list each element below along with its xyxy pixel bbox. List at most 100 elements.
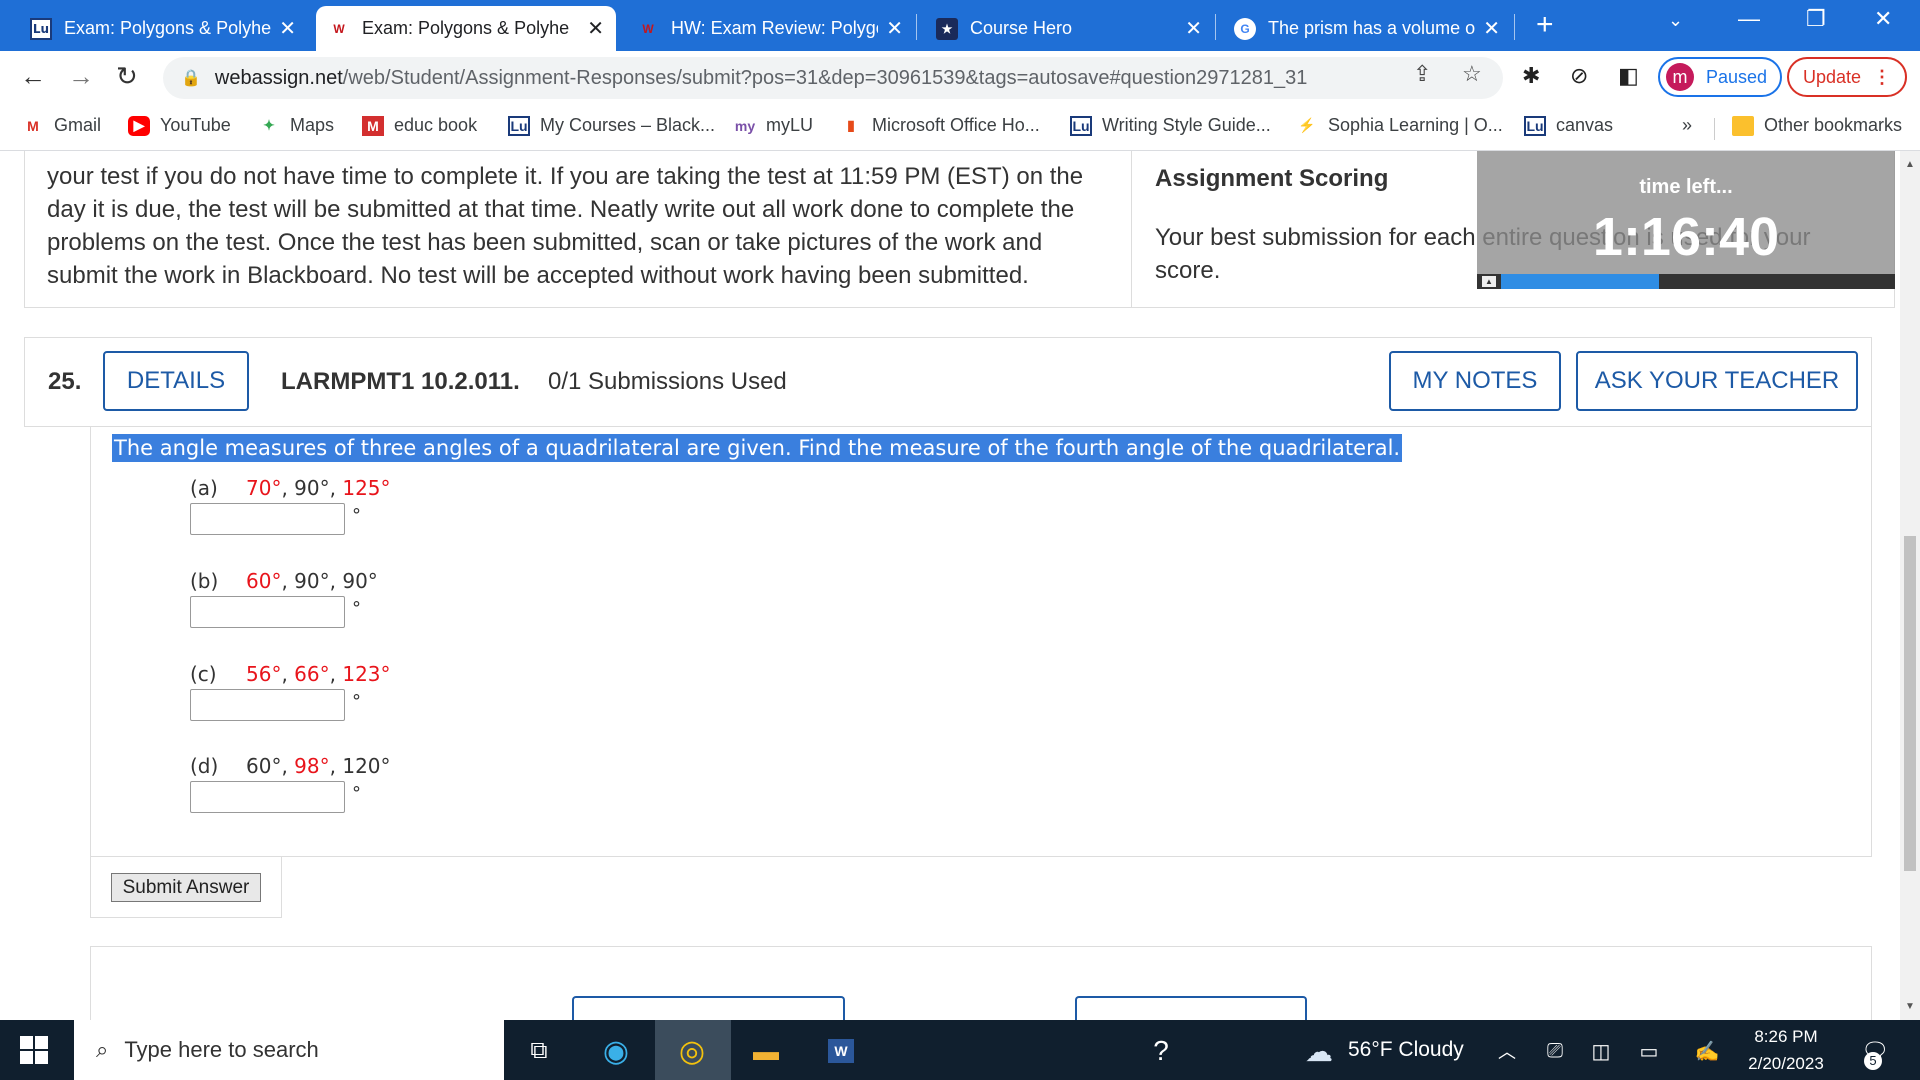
kebab-menu-icon: ⋮ <box>1873 66 1892 87</box>
timer-label: time left... <box>1639 176 1733 198</box>
clock-date[interactable]: 2/20/2023 <box>1730 1054 1842 1074</box>
profile-button[interactable]: m Paused <box>1658 57 1782 97</box>
bookmark-label: canvas <box>1556 115 1614 135</box>
back-arrow-icon[interactable]: ← <box>20 61 46 92</box>
scroll-up-arrow-icon[interactable]: ▲ <box>1900 159 1920 170</box>
tab-search-chevron-icon[interactable]: ⌄ <box>1668 10 1683 31</box>
clock-time[interactable]: 8:26 PM <box>1730 1027 1842 1047</box>
degree-unit: ° <box>352 598 361 619</box>
browser-tab[interactable]: G The prism has a volume o ✕ <box>1222 6 1512 51</box>
bookmarks-separator <box>1714 118 1715 140</box>
scroll-down-arrow-icon[interactable]: ▼ <box>1900 1001 1920 1012</box>
scrollbar-thumb[interactable] <box>1904 536 1916 871</box>
update-label: Update <box>1802 66 1862 87</box>
help-icon[interactable]: ? <box>1142 1032 1180 1070</box>
bookmark-writing-guide[interactable]: Lu Writing Style Guide... <box>1070 115 1271 136</box>
chrome-icon[interactable]: ◎ <box>673 1032 711 1070</box>
part-d-given: (d) 60°, 98°, 120° <box>190 754 391 778</box>
bookmarks-overflow[interactable]: » <box>1682 115 1692 136</box>
network-icon[interactable]: ⎚ <box>1536 1032 1574 1070</box>
browser-tab[interactable]: ★ Course Hero ✕ <box>924 6 1214 51</box>
weather-text[interactable]: 56°F Cloudy <box>1348 1038 1464 1062</box>
close-icon[interactable]: ✕ <box>587 16 604 41</box>
file-explorer-icon[interactable]: ▬ <box>747 1032 785 1070</box>
part-label: (d) <box>190 754 219 778</box>
liberty-icon: Lu <box>1070 115 1092 136</box>
ask-your-teacher-button[interactable]: ASK YOUR TEACHER <box>1576 351 1858 411</box>
my-notes-button[interactable]: MY NOTES <box>1389 351 1561 411</box>
vertical-scrollbar[interactable]: ▲ ▼ <box>1900 151 1920 1020</box>
liberty-icon: Lu <box>1524 115 1546 136</box>
tab-separator <box>1215 14 1216 40</box>
angle-2: 90° <box>294 476 330 500</box>
timer-collapse-arrow-icon[interactable]: ▲ <box>1482 276 1496 287</box>
bookmark-youtube[interactable]: ▶ YouTube <box>128 115 231 136</box>
bookmark-label: Writing Style Guide... <box>1102 115 1271 135</box>
pen-icon[interactable]: ✍ <box>1688 1032 1726 1070</box>
question-number: 25. <box>48 368 82 395</box>
search-placeholder: Type here to search <box>124 1037 319 1062</box>
update-button[interactable]: Update ⋮ <box>1787 57 1907 97</box>
extension-icon[interactable]: ⊘ <box>1570 63 1588 89</box>
details-button[interactable]: DETAILS <box>103 351 249 411</box>
bookmark-educ-book[interactable]: M educ book <box>362 115 477 136</box>
folder-icon <box>1732 115 1754 136</box>
edge-icon[interactable]: ◉ <box>597 1032 635 1070</box>
close-icon[interactable]: ✕ <box>886 16 903 41</box>
minimize-icon[interactable]: — <box>1738 6 1760 32</box>
extensions-puzzle-icon[interactable]: ✱ <box>1522 63 1540 89</box>
new-tab-plus-icon[interactable]: + <box>1536 8 1554 42</box>
close-icon[interactable]: ✕ <box>1185 16 1202 41</box>
bookmark-mylu[interactable]: my myLU <box>734 115 813 136</box>
angle-1: 60° <box>246 754 282 778</box>
windows-taskbar: ⌕ Type here to search ⧉ ◉ ◎ ▬ W ? ☁ 56°F… <box>0 1020 1920 1080</box>
share-icon[interactable]: ⇪ <box>1413 61 1431 87</box>
battery-icon[interactable]: ▭ <box>1630 1032 1668 1070</box>
address-bar[interactable]: 🔒 webassign.net/web/Student/Assignment-R… <box>163 57 1503 99</box>
mylu-icon: my <box>734 117 756 134</box>
side-panel-icon[interactable]: ◧ <box>1618 63 1639 89</box>
reload-icon[interactable]: ↻ <box>116 61 138 92</box>
timer-progress-bar: ▲ <box>1477 274 1895 289</box>
bookmark-gmail[interactable]: M Gmail <box>22 115 101 136</box>
submit-answer-button[interactable]: Submit Answer <box>111 873 261 902</box>
taskbar-search-box[interactable]: ⌕ Type here to search <box>74 1020 504 1080</box>
next-question-button[interactable] <box>1075 996 1307 1020</box>
restore-icon[interactable]: ❐ <box>1806 6 1826 32</box>
other-bookmarks[interactable]: Other bookmarks <box>1732 115 1902 136</box>
question-header: 25. DETAILS LARMPMT1 10.2.011. 0/1 Submi… <box>24 337 1872 427</box>
browser-tab-active[interactable]: W Exam: Polygons & Polyhe ✕ <box>316 6 616 51</box>
meet-icon[interactable]: ◫ <box>1582 1032 1620 1070</box>
bookmark-my-courses[interactable]: Lu My Courses – Black... <box>508 115 715 136</box>
search-icon: ⌕ <box>96 1037 109 1062</box>
scoring-title: Assignment Scoring <box>1155 165 1389 192</box>
browser-toolbar: ← → ↻ 🔒 webassign.net/web/Student/Assign… <box>0 51 1920 105</box>
close-icon[interactable]: ✕ <box>1483 16 1500 41</box>
browser-tab[interactable]: W HW: Exam Review: Polygo ✕ <box>625 6 915 51</box>
previous-question-button[interactable] <box>572 996 845 1020</box>
cloud-weather-icon: ☁ <box>1305 1035 1333 1067</box>
close-window-icon[interactable]: ✕ <box>1874 6 1892 32</box>
page-content: your test if you do not have time to com… <box>0 151 1900 1020</box>
task-view-icon[interactable]: ⧉ <box>520 1032 558 1070</box>
maps-icon: ✦ <box>263 117 275 133</box>
part-b-answer-input[interactable] <box>190 596 345 628</box>
forward-arrow-icon[interactable]: → <box>68 61 94 92</box>
close-icon[interactable]: ✕ <box>279 16 296 41</box>
part-a-answer-input[interactable] <box>190 503 345 535</box>
word-icon[interactable]: W <box>822 1032 860 1070</box>
windows-start-icon[interactable] <box>20 1036 48 1064</box>
tab-title: The prism has a volume o <box>1268 18 1476 38</box>
part-c-answer-input[interactable] <box>190 689 345 721</box>
bookmark-sophia[interactable]: ⚡ Sophia Learning | O... <box>1296 115 1503 136</box>
part-d-answer-input[interactable] <box>190 781 345 813</box>
bookmark-canvas[interactable]: Lu canvas <box>1524 115 1613 136</box>
browser-tab[interactable]: Lu Exam: Polygons & Polyhe ✕ <box>18 6 308 51</box>
tab-title: Exam: Polygons & Polyhe <box>64 18 272 38</box>
bookmark-office[interactable]: ▮ Microsoft Office Ho... <box>840 115 1040 136</box>
bookmark-star-icon[interactable]: ☆ <box>1462 61 1482 87</box>
angle-3: 120° <box>342 754 391 778</box>
bookmark-maps[interactable]: ✦ Maps <box>258 115 334 136</box>
show-hidden-icons-chevron-icon[interactable]: ︿ <box>1488 1032 1526 1070</box>
bookmark-label: Maps <box>290 115 335 135</box>
